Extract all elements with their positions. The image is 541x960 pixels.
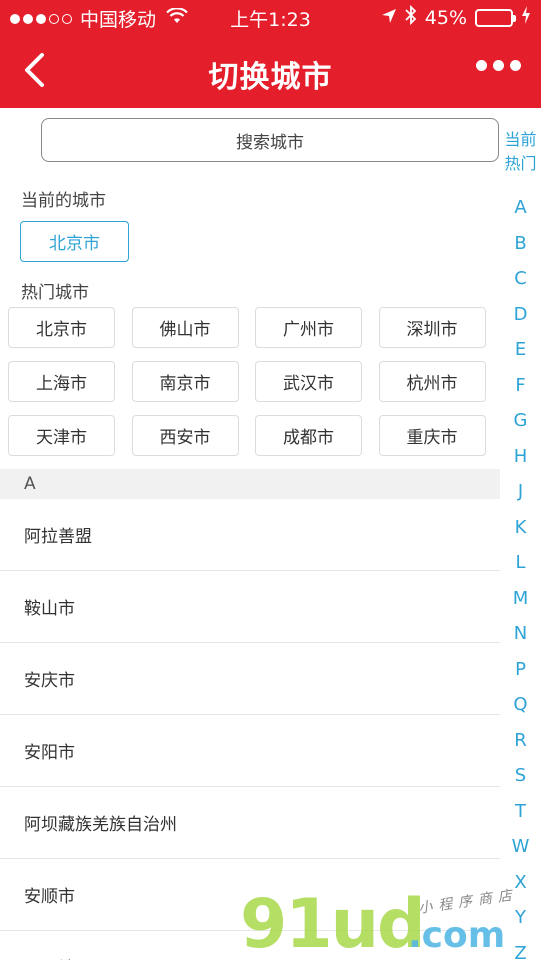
- index-letter-r[interactable]: R: [500, 723, 541, 759]
- index-letter-j[interactable]: J: [500, 474, 541, 510]
- hot-city-button[interactable]: 天津市: [8, 415, 115, 456]
- index-letter-y[interactable]: Y: [500, 900, 541, 936]
- battery-percent: 45%: [424, 6, 467, 29]
- hot-cities-label: 热门城市: [21, 283, 89, 303]
- index-letter-b[interactable]: B: [500, 226, 541, 262]
- index-letter-e[interactable]: E: [500, 332, 541, 368]
- index-letter-g[interactable]: G: [500, 403, 541, 439]
- city-list: 阿拉善盟鞍山市安庆市安阳市阿坝藏族羌族自治州安顺市阿里地区: [0, 499, 500, 960]
- current-city-button[interactable]: 北京市: [20, 221, 129, 262]
- city-list-item[interactable]: 阿坝藏族羌族自治州: [0, 787, 500, 859]
- city-list-item[interactable]: 阿里地区: [0, 931, 500, 960]
- top-bar: 中国移动 上午1:23 45% 切换城市: [0, 0, 541, 108]
- hot-city-button[interactable]: 广州市: [255, 307, 362, 348]
- index-letter-x[interactable]: X: [500, 865, 541, 901]
- city-list-item[interactable]: 安顺市: [0, 859, 500, 931]
- hot-city-button[interactable]: 西安市: [131, 415, 239, 456]
- page-title: 切换城市: [208, 60, 333, 95]
- index-letter-k[interactable]: K: [500, 510, 541, 546]
- index-letter-z[interactable]: Z: [500, 936, 541, 960]
- city-list-item[interactable]: 阿拉善盟: [0, 499, 500, 571]
- index-letter-w[interactable]: W: [500, 829, 541, 865]
- battery-icon: [475, 8, 516, 27]
- city-list-item[interactable]: 安庆市: [0, 643, 500, 715]
- index-letter-q[interactable]: Q: [500, 687, 541, 723]
- location-icon: [381, 7, 397, 29]
- status-bar: 中国移动 上午1:23 45%: [0, 0, 541, 34]
- index-letter-n[interactable]: N: [500, 616, 541, 652]
- index-item-hot[interactable]: 热门: [500, 152, 541, 176]
- status-right: 45%: [381, 4, 531, 30]
- index-letter-d[interactable]: D: [500, 297, 541, 333]
- index-letter-p[interactable]: P: [500, 652, 541, 688]
- more-dots-icon: [476, 60, 487, 71]
- hot-city-button[interactable]: 重庆市: [378, 415, 486, 456]
- letter-header-a: A: [0, 469, 500, 499]
- index-letter-c[interactable]: C: [500, 261, 541, 297]
- current-city-label: 当前的城市: [21, 191, 106, 211]
- index-letter-t[interactable]: T: [500, 794, 541, 830]
- index-letter-f[interactable]: F: [500, 368, 541, 404]
- index-item-current[interactable]: 当前: [500, 128, 541, 152]
- hot-city-button[interactable]: 杭州市: [378, 361, 486, 402]
- city-list-item[interactable]: 鞍山市: [0, 571, 500, 643]
- charging-icon: [521, 6, 531, 29]
- city-list-item[interactable]: 安阳市: [0, 715, 500, 787]
- search-input[interactable]: 搜索城市: [41, 118, 499, 162]
- hot-city-button[interactable]: 上海市: [8, 361, 115, 402]
- bluetooth-icon: [405, 4, 417, 30]
- more-menu-button[interactable]: [476, 60, 521, 71]
- index-letter-l[interactable]: L: [500, 545, 541, 581]
- index-letter-h[interactable]: H: [500, 439, 541, 475]
- hot-city-button[interactable]: 佛山市: [131, 307, 239, 348]
- index-letter-s[interactable]: S: [500, 758, 541, 794]
- alphabet-index-bar[interactable]: 当前 热门 A B C D E F G H J K L M N P Q R S T W X Y Z: [500, 128, 541, 960]
- hot-city-button[interactable]: 南京市: [131, 361, 239, 402]
- index-letter-m[interactable]: M: [500, 581, 541, 617]
- hot-city-button[interactable]: 成都市: [255, 415, 362, 456]
- index-letter-a[interactable]: A: [500, 190, 541, 226]
- nav-bar: 切换城市: [0, 34, 541, 108]
- hot-city-button[interactable]: 北京市: [8, 307, 115, 348]
- hot-city-button[interactable]: 深圳市: [378, 307, 486, 348]
- hot-city-button[interactable]: 武汉市: [255, 361, 362, 402]
